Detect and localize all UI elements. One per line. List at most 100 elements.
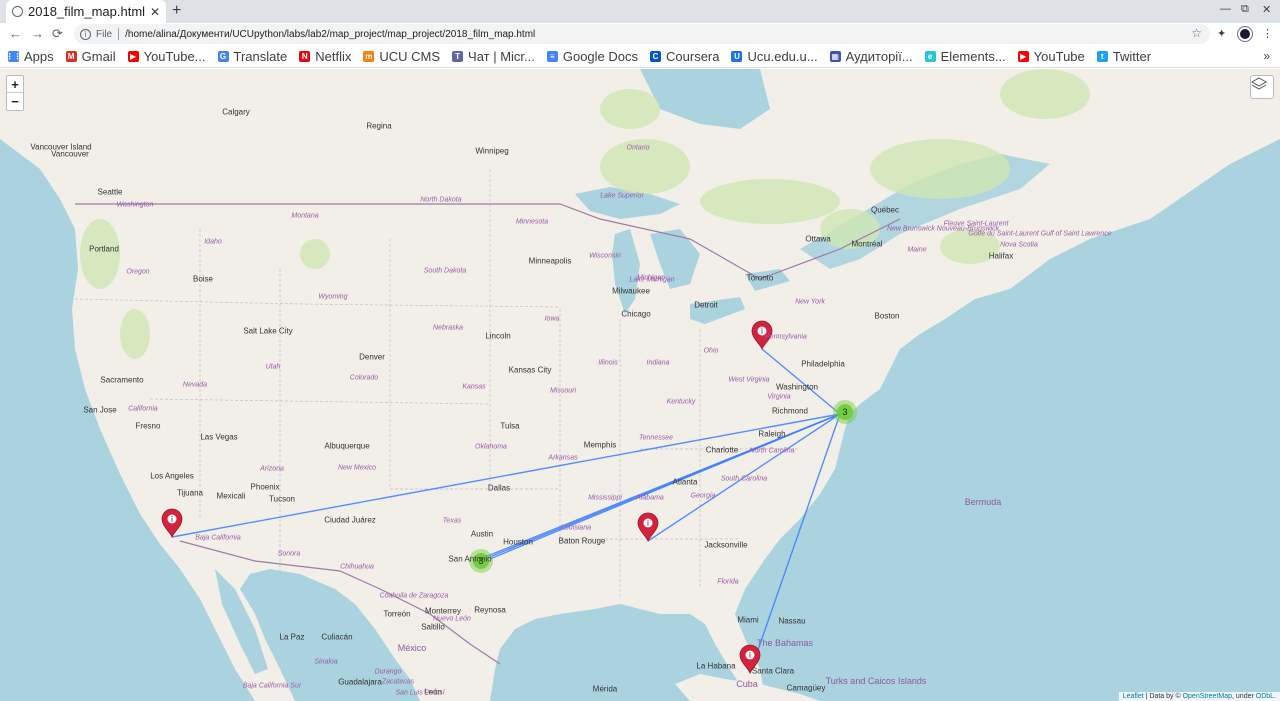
city-label: Calgary [222, 107, 250, 117]
reload-button[interactable]: ⟳ [52, 26, 63, 42]
attribution-under: , under [1232, 693, 1256, 700]
url-text[interactable]: /home/alina/Документи/UCUpython/labs/lab… [125, 29, 535, 40]
bookmark-elements[interactable]: e Elements... [924, 49, 1006, 64]
bookmark-ucu[interactable]: U Ucu.edu.u... [731, 49, 818, 64]
city-label: Ottawa [805, 234, 831, 244]
region-label: South Carolina [720, 475, 768, 483]
pin-info-icon: i [171, 517, 173, 524]
region-label: New York [795, 298, 825, 306]
odbl-link[interactable]: ODbL. [1256, 693, 1276, 700]
bookmark-moodle[interactable]: m UCU CMS [363, 49, 440, 64]
region-label: Nebraska [433, 324, 463, 332]
region-label: Ontario [626, 144, 650, 152]
youtube-icon: ▶ [127, 51, 139, 62]
bookmark-label: YouTube... [143, 49, 206, 64]
bookmark-calendar[interactable]: ▦ Аудиторії... [829, 49, 913, 64]
tab-close-icon[interactable]: ✕ [150, 5, 160, 19]
city-label: Sacramento [100, 375, 144, 385]
bookmark-gmail[interactable]: M Gmail [65, 49, 116, 64]
bookmark-apps[interactable]: ⋮⋮ Apps [6, 49, 54, 64]
forest-area [600, 89, 660, 129]
region-label: Texas [442, 517, 462, 525]
bookmark-youtube[interactable]: ▶ YouTube... [127, 49, 206, 64]
city-label: Chicago [621, 309, 651, 319]
region-label: North Carolina [749, 447, 795, 455]
city-label: Culiacán [321, 632, 353, 642]
bookmark-translate[interactable]: G Translate [217, 49, 287, 64]
bookmark-twitter[interactable]: t Twitter [1096, 49, 1151, 64]
city-label: Vancouver Island [30, 142, 92, 152]
youtube-icon: ▶ [1017, 51, 1029, 62]
city-label: Monterrey [424, 606, 462, 616]
bookmark-label: Elements... [940, 49, 1006, 64]
pin-info-icon: i [761, 329, 763, 336]
layers-icon [1251, 77, 1267, 90]
bookmark-docs[interactable]: ≡ Google Docs [546, 49, 638, 64]
city-label: Albuquerque [324, 441, 370, 451]
bookmark-teams[interactable]: T Чат | Micr... [452, 49, 535, 64]
city-label: Phoenix [250, 482, 280, 492]
city-label: Dallas [487, 483, 511, 493]
city-label: Ciudad Juárez [324, 515, 376, 525]
new-tab-button[interactable]: + [172, 2, 181, 20]
region-label: Fleuve Saint-Laurent [943, 220, 1009, 228]
region-label: Coahuila de Zaragoza [379, 592, 449, 600]
city-label: Camagüey [786, 683, 826, 693]
bookmark-netflix[interactable]: N Netflix [299, 49, 351, 64]
region-label: Montana [291, 212, 319, 220]
maximize-button[interactable]: ⧉ [1241, 3, 1249, 16]
city-label: Atlanta [672, 477, 698, 487]
bookmark-star-icon[interactable]: ☆ [1191, 26, 1202, 40]
city-label: Regina [366, 121, 392, 131]
osm-link[interactable]: OpenStreetMap [1183, 693, 1232, 700]
zoom-in-button[interactable]: + [7, 76, 23, 93]
leaflet-link[interactable]: Leaflet [1123, 693, 1144, 700]
forest-area [1000, 69, 1090, 119]
city-label: Los Angeles [150, 471, 194, 481]
back-button[interactable]: ← [9, 26, 22, 41]
city-label: Baton Rouge [558, 536, 606, 546]
city-label: Richmond [771, 406, 809, 416]
city-label: San Antonio [448, 554, 492, 564]
leaflet-map[interactable]: 33iiii Calgary Regina Winnipeg Vancouver Van… [0, 69, 1280, 701]
city-label: Torreón [383, 609, 411, 619]
minimize-button[interactable]: — [1220, 3, 1231, 15]
elements-icon: e [924, 51, 936, 62]
globe-icon [12, 6, 23, 17]
extensions-icon[interactable]: ✦ [1217, 27, 1226, 40]
active-tab[interactable]: 2018_film_map.html ✕ [6, 0, 166, 23]
window-close-button[interactable]: ✕ [1262, 3, 1271, 16]
region-label: Minnesota [515, 218, 549, 226]
region-label: North Dakota [420, 196, 462, 204]
region-label: Lake Michigan [629, 276, 675, 284]
city-label: Lincoln [485, 331, 511, 341]
region-label: Oregon [126, 268, 150, 276]
city-label: Raleigh [758, 429, 786, 439]
city-label: Tijuana [177, 488, 203, 498]
forward-button[interactable]: → [31, 26, 44, 41]
forest-area [870, 139, 1010, 199]
city-label: Santa Clara [751, 666, 795, 676]
bookmark-label: UCU CMS [379, 49, 441, 64]
city-label: Bermuda [964, 497, 1002, 507]
city-label: Minneapolis [528, 256, 572, 266]
menu-icon[interactable]: ⋮ [1262, 27, 1273, 40]
cluster-count: 3 [842, 407, 847, 417]
layers-control-button[interactable] [1250, 75, 1274, 99]
info-icon[interactable]: i [80, 28, 91, 40]
region-label: Alabama [636, 494, 664, 502]
bookmark-label: Чат | Micr... [468, 49, 535, 64]
address-bar[interactable]: i File /home/alina/Документи/UCUpython/l… [74, 24, 1210, 44]
zoom-out-button[interactable]: − [7, 93, 23, 110]
region-label: Louisiana [561, 524, 591, 532]
bookmarks-overflow-button[interactable]: » [1263, 49, 1270, 63]
bookmark-label: Аудиторії... [845, 49, 913, 64]
bookmark-youtube[interactable]: ▶ YouTube [1017, 49, 1085, 64]
avatar[interactable] [1238, 27, 1252, 41]
bookmark-coursera[interactable]: C Coursera [650, 49, 719, 64]
region-label: Baja California [195, 534, 241, 542]
region-label: Lake Superior [600, 192, 644, 200]
region-label: Arizona [260, 465, 284, 473]
calendar-icon: ▦ [829, 51, 841, 62]
city-label: Memphis [583, 440, 617, 450]
